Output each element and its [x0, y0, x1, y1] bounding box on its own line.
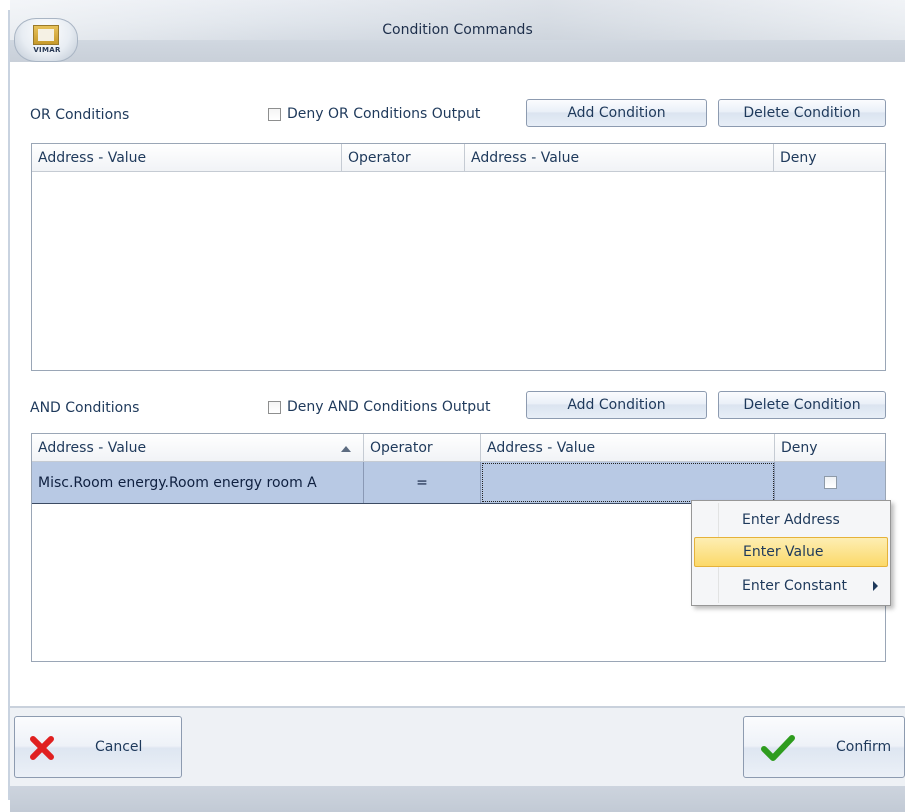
context-menu[interactable]: Enter Address Enter Value Enter Constant [691, 500, 891, 606]
and-conditions-label: AND Conditions [30, 400, 140, 416]
cell-address-value-1[interactable]: Misc.Room energy.Room energy room A [32, 462, 364, 503]
menu-item-enter-constant[interactable]: Enter Constant [694, 571, 888, 601]
and-add-condition-button[interactable]: Add Condition [526, 391, 707, 419]
or-conditions-label: OR Conditions [30, 107, 130, 123]
and-col-address-value-2[interactable]: Address - Value [481, 434, 775, 462]
deny-and-conditions-label: Deny AND Conditions Output [287, 399, 491, 415]
menu-item-label: Enter Constant [742, 578, 847, 594]
cell-deny[interactable] [775, 462, 885, 503]
and-delete-condition-button[interactable]: Delete Condition [718, 391, 886, 419]
checkbox-box[interactable] [268, 400, 281, 414]
or-col-address-value-2[interactable]: Address - Value [465, 144, 774, 172]
cancel-button-label: Cancel [95, 739, 143, 755]
menu-item-enter-value[interactable]: Enter Value [694, 537, 888, 567]
deny-row-checkbox[interactable] [823, 476, 837, 489]
status-strip [10, 786, 905, 812]
title-bar[interactable]: VIMAR Condition Commands [10, 0, 905, 62]
menu-item-label: Enter Address [742, 512, 840, 528]
deny-or-conditions-label: Deny OR Conditions Output [287, 106, 481, 122]
or-col-deny[interactable]: Deny [774, 144, 885, 172]
sort-ascending-icon [341, 446, 351, 452]
confirm-checkmark-icon [761, 735, 795, 761]
cancel-button[interactable]: Cancel [14, 716, 182, 778]
logo-text: VIMAR [33, 46, 61, 54]
cancel-x-icon [30, 736, 54, 760]
or-add-condition-button[interactable]: Add Condition [526, 99, 707, 127]
deny-and-conditions-checkbox[interactable]: Deny AND Conditions Output [268, 399, 490, 415]
condition-commands-dialog: VIMAR Condition Commands OR Conditions D… [10, 0, 905, 812]
or-grid-header: Address - Value Operator Address - Value… [32, 144, 885, 172]
window-left-edge [0, 0, 10, 812]
or-col-address-value-1[interactable]: Address - Value [32, 144, 342, 172]
and-col-address-value-1[interactable]: Address - Value [32, 434, 364, 462]
or-delete-condition-button[interactable]: Delete Condition [718, 99, 886, 127]
menu-item-label: Enter Value [743, 544, 824, 560]
or-col-operator[interactable]: Operator [342, 144, 465, 172]
and-grid-header: Address - Value Operator Address - Value… [32, 434, 885, 462]
submenu-arrow-icon [873, 581, 878, 591]
window-title: Condition Commands [382, 22, 533, 38]
and-col-operator[interactable]: Operator [364, 434, 481, 462]
confirm-button-label: Confirm [836, 739, 892, 755]
and-col-deny[interactable]: Deny [775, 434, 885, 462]
deny-or-conditions-checkbox[interactable]: Deny OR Conditions Output [268, 106, 480, 122]
or-conditions-grid[interactable]: Address - Value Operator Address - Value… [31, 143, 886, 371]
and-col-address-value-1-label: Address - Value [38, 440, 147, 456]
cell-address-value-2[interactable] [481, 462, 775, 503]
table-row[interactable]: Misc.Room energy.Room energy room A = [32, 462, 885, 504]
confirm-button[interactable]: Confirm [743, 716, 905, 778]
checkbox-box[interactable] [268, 107, 281, 121]
menu-item-enter-address[interactable]: Enter Address [694, 505, 888, 535]
cell-operator[interactable]: = [364, 462, 481, 503]
